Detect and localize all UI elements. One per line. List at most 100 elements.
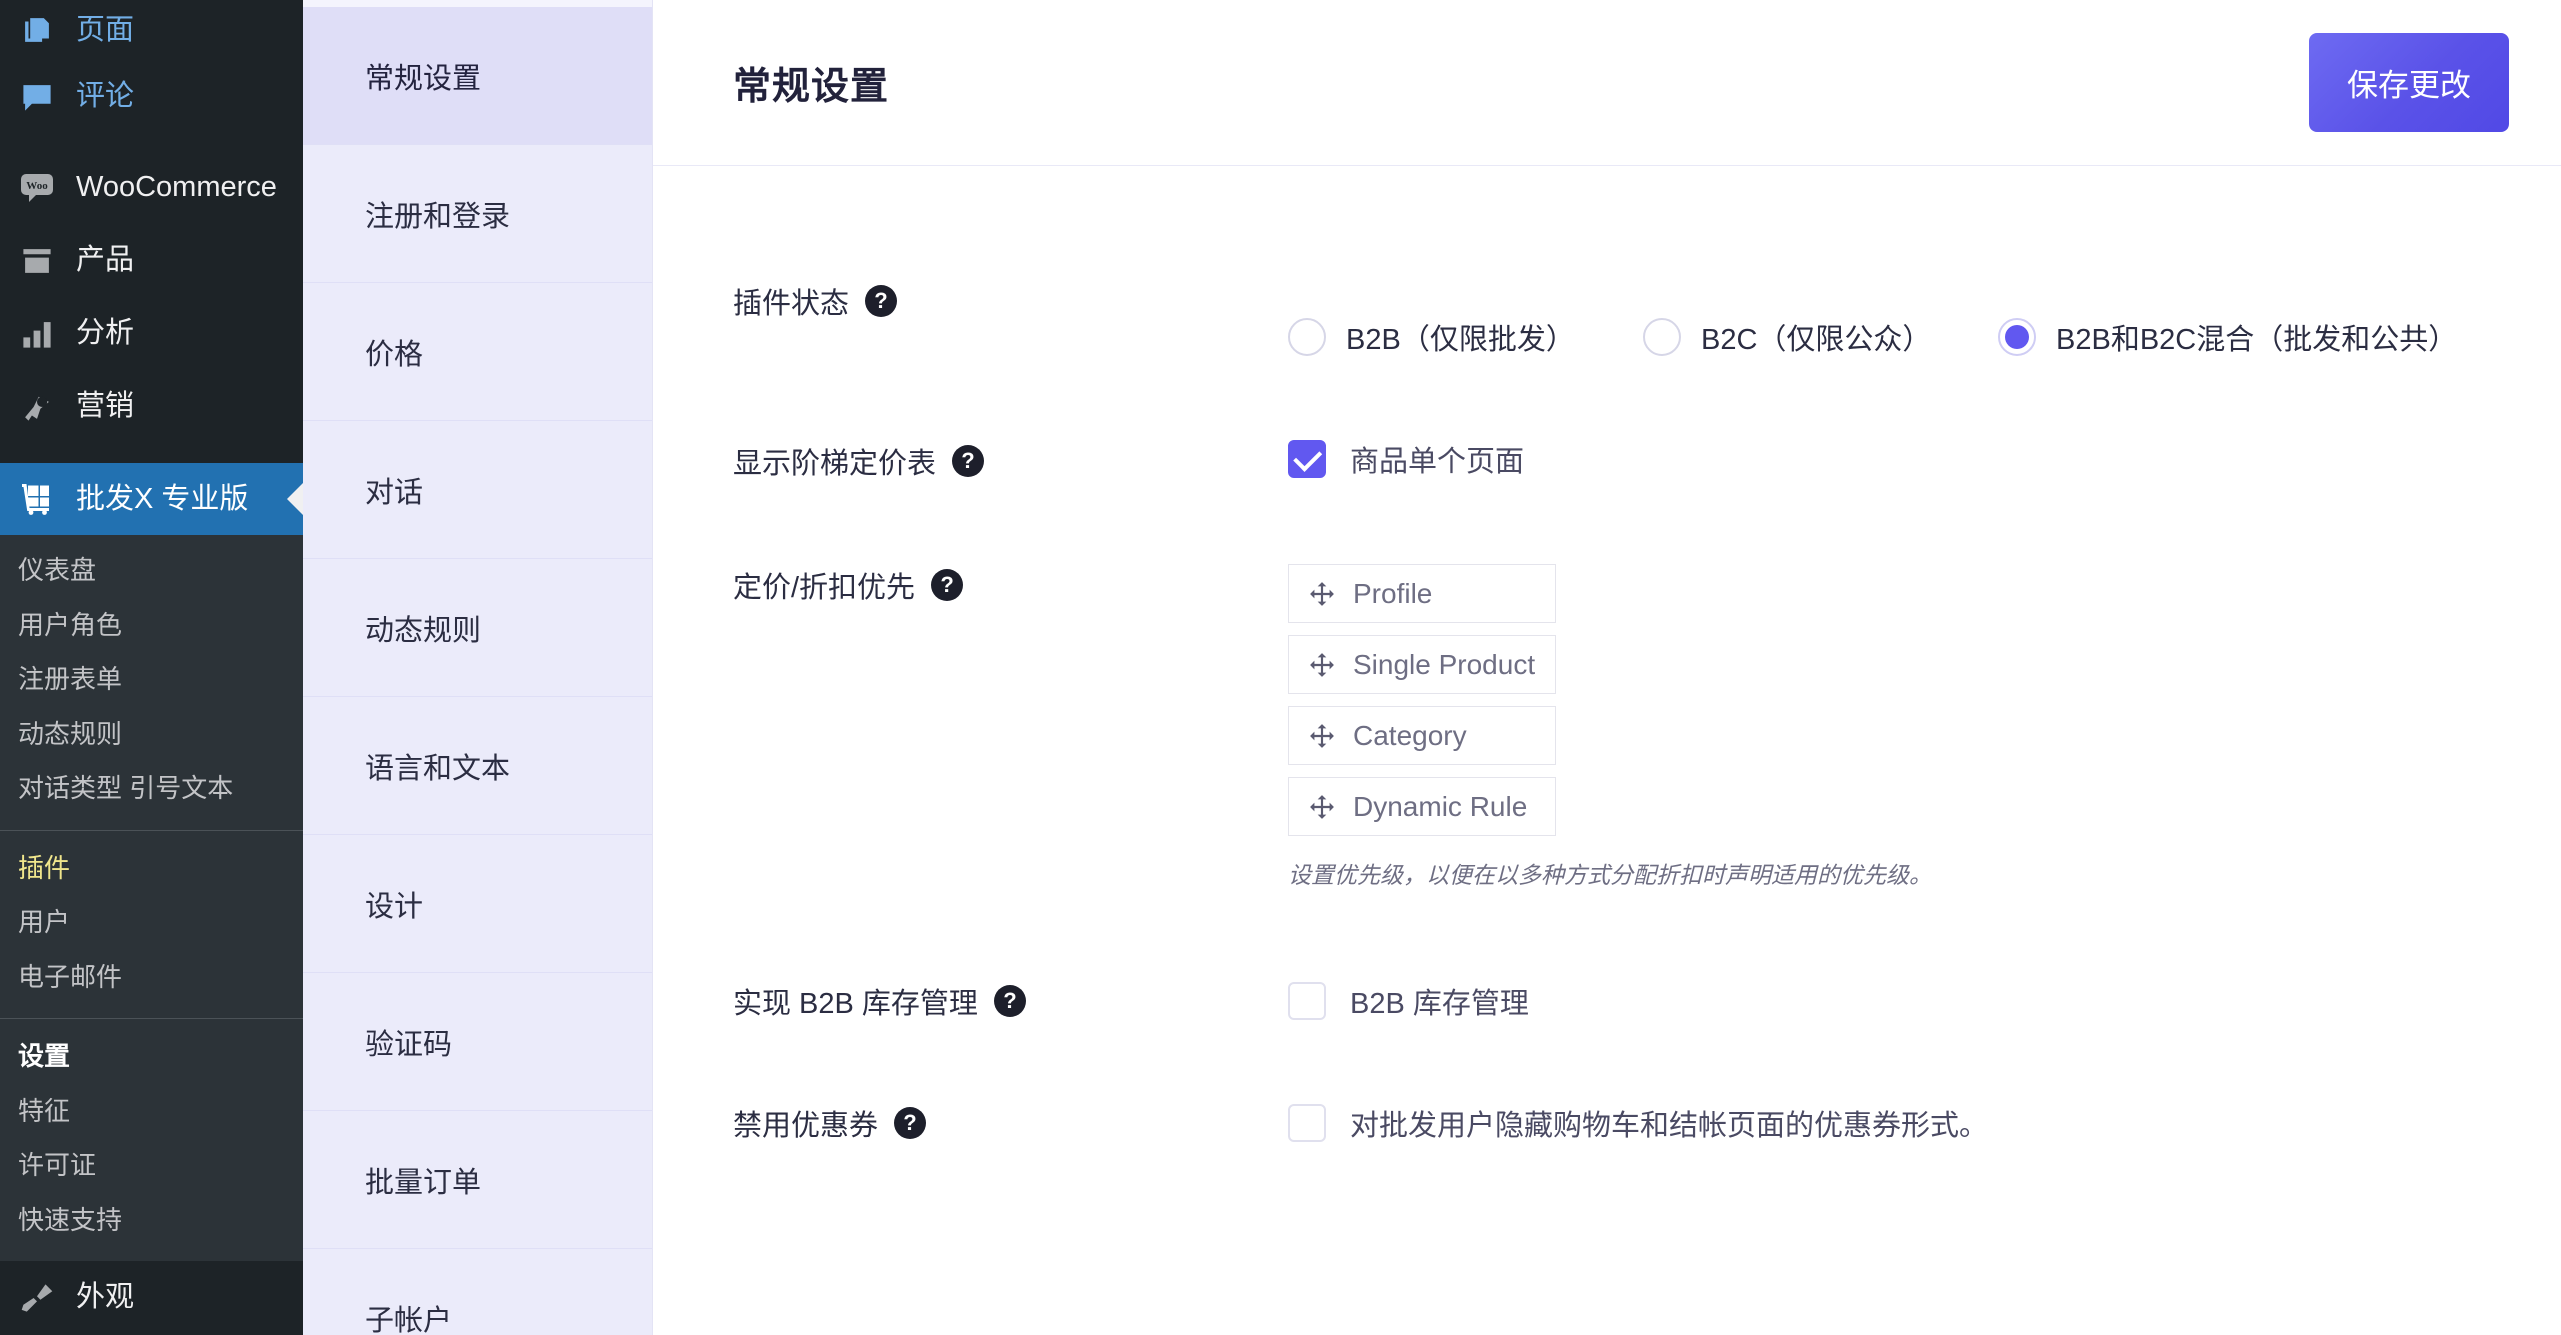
radio-label-b2b-b2c-mixed: B2B和B2C混合（批发和公共） bbox=[2056, 316, 2457, 358]
woo-icon: Woo bbox=[18, 169, 56, 207]
tiered-pricing-label-wrap: 显示阶梯定价表 ? bbox=[733, 438, 1288, 482]
help-icon[interactable]: ? bbox=[865, 285, 897, 317]
b2b-stock-label-wrap: 实现 B2B 库存管理 ? bbox=[733, 980, 1288, 1022]
field-row-b2b-stock: 实现 B2B 库存管理 ? B2B 库存管理 bbox=[653, 890, 2561, 1022]
page-title: 常规设置 bbox=[733, 55, 889, 110]
sidebar-divider-2 bbox=[0, 1018, 303, 1019]
sidebar-item-label: 评论 bbox=[76, 82, 134, 111]
field-row-pricing-priority: 定价/折扣优先 ? Profile bbox=[653, 482, 2561, 890]
checkbox-b2b-stock[interactable]: B2B 库存管理 bbox=[1288, 980, 2561, 1022]
drag-handle-icon[interactable] bbox=[1309, 581, 1335, 607]
sidebar-item-products[interactable]: 产品 bbox=[0, 224, 303, 297]
tab-sub-accounts[interactable]: 子帐户 bbox=[303, 1249, 652, 1335]
tab-design[interactable]: 设计 bbox=[303, 835, 652, 973]
comments-icon bbox=[18, 78, 56, 116]
radio-dot-b2c[interactable] bbox=[1643, 318, 1681, 356]
pricing-priority-label-wrap: 定价/折扣优先 ? bbox=[733, 564, 1288, 606]
checkbox-disable-coupon[interactable]: 对批发用户隐藏购物车和结帐页面的优惠券形式。 bbox=[1288, 1102, 2561, 1144]
pricing-priority-label: 定价/折扣优先 bbox=[733, 564, 915, 606]
appearance-icon bbox=[18, 1279, 56, 1317]
checkbox-label-single-product-page: 商品单个页面 bbox=[1350, 438, 1524, 480]
svg-text:Woo: Woo bbox=[26, 180, 48, 192]
tab-dynamic-rules[interactable]: 动态规则 bbox=[303, 559, 652, 697]
wholesalex-icon bbox=[18, 480, 56, 518]
sidebar-subitem-user-roles[interactable]: 用户角色 bbox=[0, 598, 303, 653]
products-icon bbox=[18, 242, 56, 280]
priority-item-label: Category bbox=[1353, 720, 1467, 752]
b2b-stock-field: B2B 库存管理 bbox=[1288, 980, 2561, 1022]
tab-language-text[interactable]: 语言和文本 bbox=[303, 697, 652, 835]
help-icon[interactable]: ? bbox=[931, 569, 963, 601]
priority-item-label: Profile bbox=[1353, 578, 1432, 610]
sidebar-subitem-features[interactable]: 特征 bbox=[0, 1084, 303, 1139]
sidebar-item-woocommerce[interactable]: Woo WooCommerce bbox=[0, 151, 303, 224]
sidebar-item-wholesalex[interactable]: 批发X 专业版 bbox=[0, 463, 303, 535]
plugin-status-radio-group: B2B（仅限批发） B2C（仅限公众） B2B和B2C混合（批发和公共） bbox=[1288, 230, 2561, 358]
tiered-pricing-label: 显示阶梯定价表 bbox=[733, 440, 936, 482]
sidebar-item-comments[interactable]: 评论 bbox=[0, 60, 303, 133]
tab-conversation[interactable]: 对话 bbox=[303, 421, 652, 559]
sidebar-item-marketing[interactable]: 营销 bbox=[0, 370, 303, 443]
radio-dot-b2b-b2c-mixed[interactable] bbox=[1998, 318, 2036, 356]
sidebar-gap-2 bbox=[0, 443, 303, 463]
sidebar-subitem-registration-form[interactable]: 注册表单 bbox=[0, 652, 303, 707]
radio-dot-b2b[interactable] bbox=[1288, 318, 1326, 356]
sidebar-subitem-users[interactable]: 用户 bbox=[0, 895, 303, 950]
settings-tab-list: 常规设置 注册和登录 价格 对话 动态规则 语言和文本 设计 验证码 批量订单 … bbox=[303, 0, 653, 1335]
tab-captcha[interactable]: 验证码 bbox=[303, 973, 652, 1111]
field-row-plugin-status: 插件状态 ? B2B（仅限批发） B2C（仅限公众） bbox=[653, 166, 2561, 358]
tiered-pricing-field: 商品单个页面 bbox=[1288, 438, 2561, 480]
sidebar-item-appearance[interactable]: 外观 bbox=[0, 1261, 303, 1334]
sidebar-item-label: 外观 bbox=[76, 1283, 134, 1312]
sidebar-subitem-emails[interactable]: 电子邮件 bbox=[0, 950, 303, 1005]
marketing-icon bbox=[18, 388, 56, 426]
radio-option-b2c[interactable]: B2C（仅限公众） bbox=[1643, 316, 1998, 358]
sidebar-item-analytics[interactable]: 分析 bbox=[0, 297, 303, 370]
sidebar-item-label: 产品 bbox=[76, 246, 134, 275]
sidebar-item-label: 页面 bbox=[76, 16, 134, 45]
radio-option-b2b[interactable]: B2B（仅限批发） bbox=[1288, 316, 1643, 358]
save-changes-button[interactable]: 保存更改 bbox=[2309, 33, 2509, 132]
b2b-stock-label: 实现 B2B 库存管理 bbox=[733, 980, 978, 1022]
priority-item-profile[interactable]: Profile bbox=[1288, 564, 1556, 623]
tab-pricing[interactable]: 价格 bbox=[303, 283, 652, 421]
priority-item-label: Dynamic Rule bbox=[1353, 791, 1527, 823]
checkbox-box-single-product-page[interactable] bbox=[1288, 440, 1326, 478]
checkbox-label-disable-coupon: 对批发用户隐藏购物车和结帐页面的优惠券形式。 bbox=[1350, 1102, 1988, 1144]
sidebar-subitem-license[interactable]: 许可证 bbox=[0, 1138, 303, 1193]
sidebar-subitem-quick-support[interactable]: 快速支持 bbox=[0, 1193, 303, 1248]
checkbox-single-product-page[interactable]: 商品单个页面 bbox=[1288, 438, 2561, 480]
tab-general-settings[interactable]: 常规设置 bbox=[303, 7, 652, 145]
priority-sortable-list[interactable]: Profile Single Product bbox=[1288, 564, 2561, 836]
drag-handle-icon[interactable] bbox=[1309, 794, 1335, 820]
priority-item-dynamic-rule[interactable]: Dynamic Rule bbox=[1288, 777, 1556, 836]
help-icon[interactable]: ? bbox=[952, 445, 984, 477]
sidebar-divider-1 bbox=[0, 830, 303, 831]
priority-item-single-product[interactable]: Single Product bbox=[1288, 635, 1556, 694]
radio-option-b2b-b2c-mixed[interactable]: B2B和B2C混合（批发和公共） bbox=[1998, 316, 2457, 358]
priority-item-category[interactable]: Category bbox=[1288, 706, 1556, 765]
analytics-icon bbox=[18, 315, 56, 353]
tab-registration-login[interactable]: 注册和登录 bbox=[303, 145, 652, 283]
tab-bulk-order[interactable]: 批量订单 bbox=[303, 1111, 652, 1249]
checkbox-box-disable-coupon[interactable] bbox=[1288, 1104, 1326, 1142]
pricing-priority-field: Profile Single Product bbox=[1288, 564, 2561, 890]
help-icon[interactable]: ? bbox=[994, 985, 1026, 1017]
sidebar-subitem-dynamic-rules[interactable]: 动态规则 bbox=[0, 707, 303, 762]
sidebar-subgroup-addons-heading[interactable]: 插件 bbox=[0, 841, 303, 896]
field-row-disable-coupon: 禁用优惠券 ? 对批发用户隐藏购物车和结帐页面的优惠券形式。 bbox=[653, 1022, 2561, 1144]
plugin-status-field: B2B（仅限批发） B2C（仅限公众） B2B和B2C混合（批发和公共） bbox=[1288, 230, 2561, 358]
plugin-status-label: 插件状态 bbox=[733, 280, 849, 322]
drag-handle-icon[interactable] bbox=[1309, 723, 1335, 749]
help-icon[interactable]: ? bbox=[894, 1107, 926, 1139]
sidebar-subitem-conversation-quote[interactable]: 对话类型 引号文本 bbox=[0, 761, 303, 816]
sidebar-item-pages[interactable]: 页面 bbox=[0, 0, 303, 60]
radio-label-b2b: B2B（仅限批发） bbox=[1346, 316, 1575, 358]
sidebar-subitem-dashboard[interactable]: 仪表盘 bbox=[0, 543, 303, 598]
checkbox-box-b2b-stock[interactable] bbox=[1288, 982, 1326, 1020]
drag-handle-icon[interactable] bbox=[1309, 652, 1335, 678]
settings-main-panel: 常规设置 保存更改 插件状态 ? B2B（仅限批发） bbox=[653, 0, 2561, 1335]
settings-header: 常规设置 保存更改 bbox=[653, 0, 2561, 166]
disable-coupon-field: 对批发用户隐藏购物车和结帐页面的优惠券形式。 bbox=[1288, 1102, 2561, 1144]
sidebar-subgroup-settings-heading[interactable]: 设置 bbox=[0, 1029, 303, 1084]
